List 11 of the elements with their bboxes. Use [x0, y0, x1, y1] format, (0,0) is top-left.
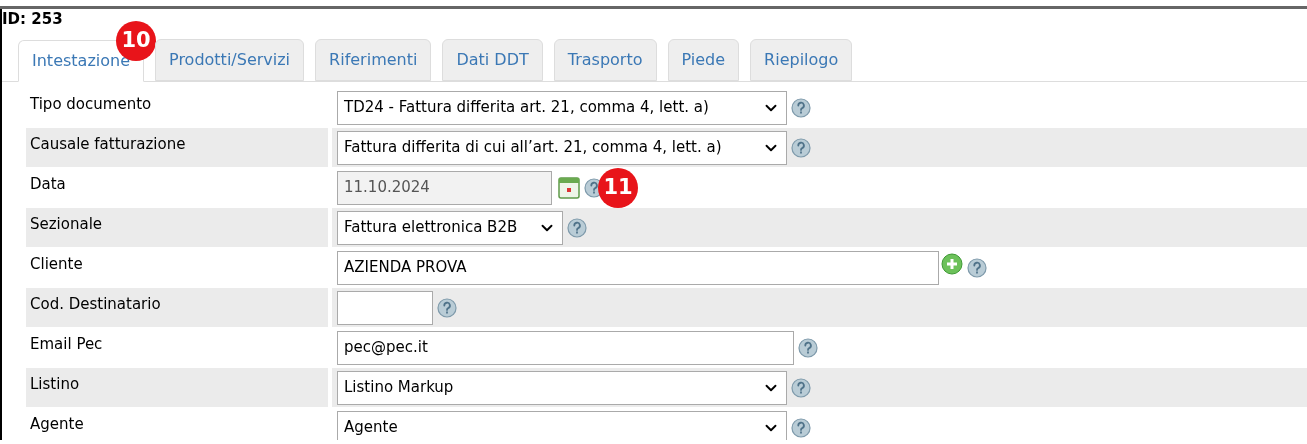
record-id: ID: 253	[2, 9, 63, 29]
field-label: Causale fatturazione	[30, 135, 186, 153]
field-label: Agente	[30, 415, 84, 433]
field-label: Listino	[30, 375, 80, 393]
field-label: Cod. Destinatario	[30, 295, 161, 313]
field-label: Cliente	[30, 255, 83, 273]
field-label: Sezionale	[30, 215, 103, 233]
field-label: Data	[30, 175, 66, 193]
step-callout-tooltip: 11	[598, 167, 638, 208]
field-label: Email Pec	[30, 335, 103, 353]
field-label: Tipo documento	[30, 95, 152, 113]
